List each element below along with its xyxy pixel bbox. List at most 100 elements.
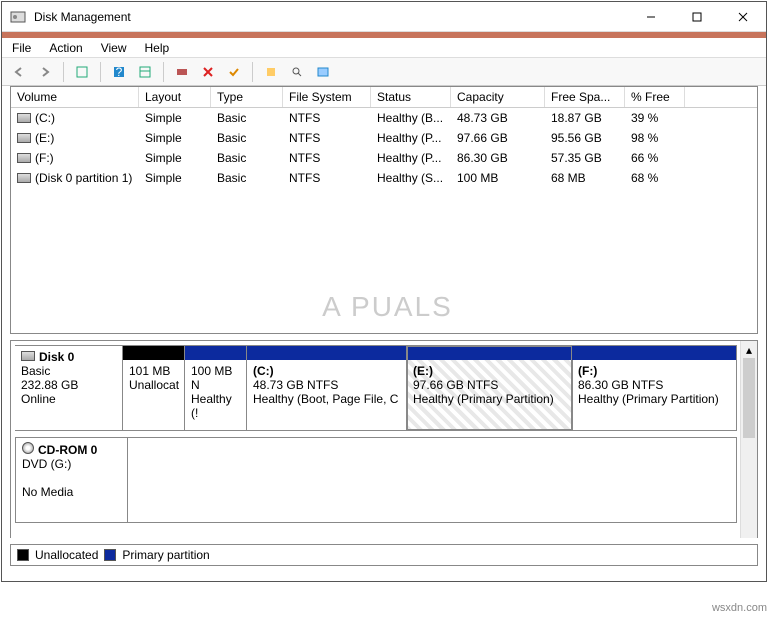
volume-name: (Disk 0 partition 1) [35,171,132,185]
volume-icon [17,153,31,163]
col-layout[interactable]: Layout [139,87,211,107]
disk-0-info: Disk 0 Basic 232.88 GB Online [15,346,123,430]
volume-name: (F:) [35,151,54,165]
cell-type: Basic [211,168,283,188]
disk-0-partitions: 101 MBUnallocat100 MB NHealthy (!(C:)48.… [123,346,737,430]
cdrom-icon [22,442,34,454]
cell-layout: Simple [139,148,211,168]
partition[interactable]: (E:)97.66 GB NTFSHealthy (Primary Partit… [407,346,572,430]
partition-size: 100 MB N [191,364,232,392]
forward-button[interactable] [34,61,56,83]
close-button[interactable] [720,2,766,31]
partition-body: 101 MBUnallocat [123,360,184,430]
volume-row[interactable]: (Disk 0 partition 1)SimpleBasicNTFSHealt… [11,168,757,188]
menu-action[interactable]: Action [49,41,82,55]
cell-type: Basic [211,148,283,168]
check-icon[interactable] [223,61,245,83]
disk-0-name: Disk 0 [39,350,74,364]
col-freespace[interactable]: Free Spa... [545,87,625,107]
partition-title: (F:) [578,364,597,378]
delete-icon[interactable] [197,61,219,83]
volume-row[interactable]: (E:)SimpleBasicNTFSHealthy (P...97.66 GB… [11,128,757,148]
partition[interactable]: 101 MBUnallocat [123,346,185,430]
cell-status: Healthy (P... [371,148,451,168]
column-headers: Volume Layout Type File System Status Ca… [11,87,757,108]
toolbar: ? [2,58,766,86]
maximize-button[interactable] [674,2,720,31]
tool-icon-2[interactable] [312,61,334,83]
cell-fs: NTFS [283,108,371,128]
legend-unallocated-label: Unallocated [35,548,98,562]
partition-size: 86.30 GB NTFS [578,378,663,392]
cell-layout: Simple [139,108,211,128]
cdrom-row[interactable]: CD-ROM 0 DVD (G:) No Media [15,437,737,523]
cell-free: 95.56 GB [545,128,625,148]
cdrom-status: No Media [22,485,73,499]
menu-help[interactable]: Help [145,41,170,55]
volume-row[interactable]: (F:)SimpleBasicNTFSHealthy (P...86.30 GB… [11,148,757,168]
volume-name: (C:) [35,111,55,125]
disk-0-status: Online [21,392,56,406]
back-button[interactable] [8,61,30,83]
partition-status: Healthy (Primary Partition) [413,392,554,406]
menu-view[interactable]: View [101,41,127,55]
partition[interactable]: (F:)86.30 GB NTFSHealthy (Primary Partit… [572,346,737,430]
col-volume[interactable]: Volume [11,87,139,107]
cell-type: Basic [211,128,283,148]
volume-name: (E:) [35,131,54,145]
partition-header-bar [407,346,571,360]
settings-icon[interactable] [171,61,193,83]
window: Disk Management File Action View Help ? [1,1,767,582]
volume-rows: (C:)SimpleBasicNTFSHealthy (B...48.73 GB… [11,108,757,188]
cell-status: Healthy (S... [371,168,451,188]
cdrom-info: CD-ROM 0 DVD (G:) No Media [16,438,128,522]
scroll-up-icon[interactable]: ▴ [741,341,757,358]
menu-file[interactable]: File [12,41,31,55]
volume-row[interactable]: (C:)SimpleBasicNTFSHealthy (B...48.73 GB… [11,108,757,128]
tool-icon-1[interactable] [260,61,282,83]
cell-status: Healthy (P... [371,128,451,148]
refresh-icon[interactable] [134,61,156,83]
search-icon[interactable] [286,61,308,83]
legend-unallocated-swatch [17,549,29,561]
partition-header-bar [185,346,246,360]
cell-free: 57.35 GB [545,148,625,168]
col-status[interactable]: Status [371,87,451,107]
svg-text:?: ? [116,65,123,79]
cell-capacity: 48.73 GB [451,108,545,128]
cell-layout: Simple [139,128,211,148]
col-filesystem[interactable]: File System [283,87,371,107]
cdrom-name: CD-ROM 0 [38,443,97,457]
graphical-view: Disk 0 Basic 232.88 GB Online 101 MBUnal… [10,340,758,538]
cell-pct: 39 % [625,108,685,128]
cell-type: Basic [211,108,283,128]
cell-free: 18.87 GB [545,108,625,128]
cell-pct: 66 % [625,148,685,168]
vertical-scrollbar[interactable]: ▴ [740,341,757,538]
cell-layout: Simple [139,168,211,188]
titlebar: Disk Management [2,2,766,32]
disk-row-0[interactable]: Disk 0 Basic 232.88 GB Online 101 MBUnal… [15,345,737,431]
help-icon[interactable]: ? [108,61,130,83]
scroll-thumb[interactable] [743,358,755,438]
cell-capacity: 97.66 GB [451,128,545,148]
col-type[interactable]: Type [211,87,283,107]
cell-pct: 98 % [625,128,685,148]
volume-icon [17,173,31,183]
partition[interactable]: 100 MB NHealthy (! [185,346,247,430]
col-capacity[interactable]: Capacity [451,87,545,107]
partition[interactable]: (C:)48.73 GB NTFSHealthy (Boot, Page Fil… [247,346,407,430]
cell-pct: 68 % [625,168,685,188]
cdrom-drive: DVD (G:) [22,457,71,471]
col-pctfree[interactable]: % Free [625,87,685,107]
volume-icon [17,113,31,123]
cell-free: 68 MB [545,168,625,188]
partition-status: Healthy (Primary Partition) [578,392,719,406]
partition-body: 100 MB NHealthy (! [185,360,246,430]
tool-show-hide-icon[interactable] [71,61,93,83]
partition-title: (E:) [413,364,433,378]
partition-body: (C:)48.73 GB NTFSHealthy (Boot, Page Fil… [247,360,406,430]
legend-primary-swatch [104,549,116,561]
window-title: Disk Management [34,10,628,24]
minimize-button[interactable] [628,2,674,31]
